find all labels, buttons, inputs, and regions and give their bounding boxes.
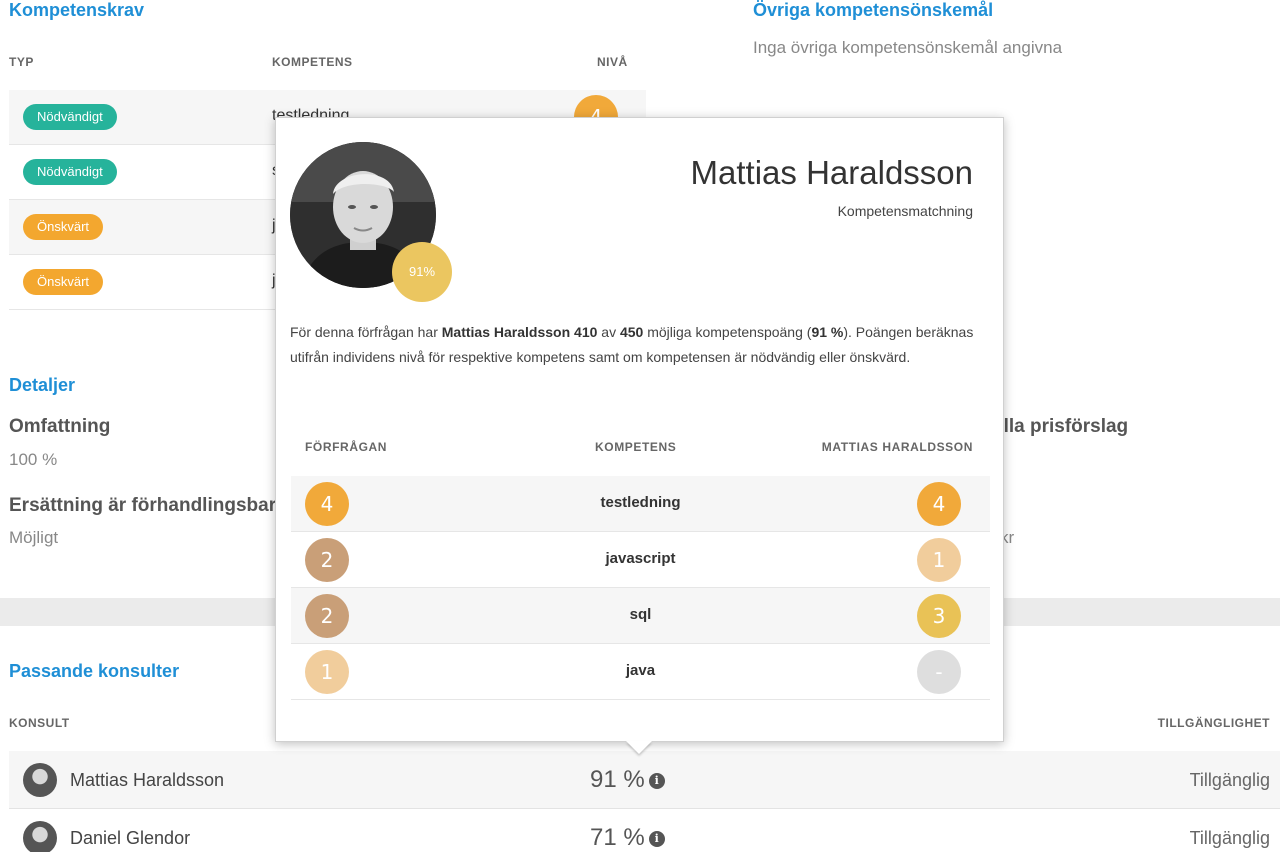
type-badge: Nödvändigt: [23, 104, 117, 130]
ersattning-value: Möjligt: [9, 528, 59, 547]
ovriga-text: Inga övriga kompetensönskemål angivna: [753, 38, 1063, 57]
person-level: 4: [917, 482, 961, 526]
col-head-konsult: KONSULT: [9, 716, 70, 730]
match-percent-value: 91 %: [590, 766, 645, 793]
competence-match-popover: 91% Mattias Haraldsson Kompetensmatchnin…: [275, 117, 1004, 742]
popover-consultant-name: Mattias Haraldsson: [690, 154, 973, 191]
kompetenskrav-title: Kompetenskrav: [9, 0, 145, 20]
col-head-typ: TYP: [9, 55, 34, 69]
consultant-row[interactable]: Mattias Haraldsson 91 % i Tillgänglig: [9, 751, 1280, 809]
prisforslag-label: ålla prisförslag: [993, 416, 1129, 437]
omfattning-value: 100 %: [9, 450, 58, 469]
match-percent-badge: 91%: [392, 242, 452, 302]
availability-status: Tillgänglig: [1189, 770, 1270, 790]
col-head-tillganglighet: TILLGÄNGLIGHET: [1157, 716, 1270, 730]
col-head-kompetens: KOMPETENS: [272, 55, 353, 69]
ovriga-title: Övriga kompetensönskemål: [753, 0, 994, 20]
popover-subtitle: Kompetensmatchning: [837, 203, 973, 219]
consultant-name[interactable]: Daniel Glendor: [70, 828, 190, 849]
omfattning-label: Omfattning: [9, 416, 111, 437]
match-competence: sql: [629, 606, 652, 623]
popover-head-forfragan: FÖRFRÅGAN: [305, 440, 388, 454]
detaljer-title: Detaljer: [9, 375, 76, 395]
consultant-row[interactable]: Daniel Glendor 71 % i Tillgänglig: [9, 809, 1280, 852]
type-badge: Önskvärt: [23, 269, 104, 295]
person-level: 3: [917, 594, 961, 638]
person-level: 1: [917, 538, 961, 582]
consultants-title: Passande konsulter: [9, 661, 180, 681]
person-level: -: [917, 650, 961, 694]
consultant-name[interactable]: Mattias Haraldsson: [70, 770, 224, 791]
match-row: 2 javascript 1: [291, 532, 990, 588]
availability-status: Tillgänglig: [1189, 828, 1270, 848]
match-percent-value: 71 %: [590, 824, 645, 851]
type-badge: Nödvändigt: [23, 159, 117, 185]
match-percent: 71 % i: [590, 824, 665, 852]
info-icon[interactable]: i: [648, 830, 665, 847]
match-competence: java: [625, 662, 656, 679]
type-badge: Önskvärt: [23, 214, 104, 240]
col-head-niva: NIVÅ: [597, 55, 628, 69]
match-row: 2 sql 3: [291, 588, 990, 644]
match-competence: testledning: [600, 494, 681, 511]
popover-head-kompetens: KOMPETENS: [595, 440, 677, 454]
match-competence: javascript: [605, 550, 676, 567]
match-percent: 91 % i: [590, 766, 665, 794]
info-icon[interactable]: i: [648, 772, 665, 789]
popover-arrow: [626, 741, 652, 754]
avatar: [23, 763, 57, 797]
popover-description: För denna förfrågan har Mattias Haraldss…: [290, 324, 974, 365]
popover-head-person: MATTIAS HARALDSSON: [821, 440, 973, 454]
match-row: 4 testledning 4: [291, 476, 990, 532]
match-row: 1 java -: [291, 644, 990, 700]
avatar: [23, 821, 57, 852]
ersattning-label: Ersättning är förhandlingsbar: [9, 495, 277, 516]
